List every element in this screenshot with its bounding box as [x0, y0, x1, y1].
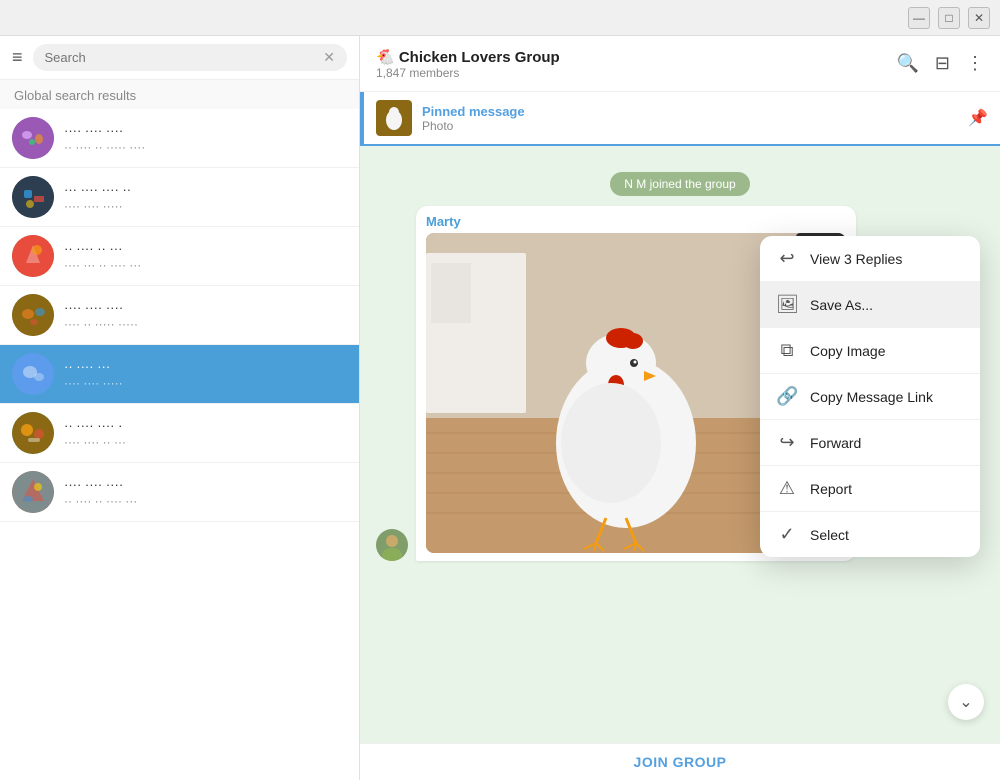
pinned-label: Pinned message	[422, 104, 958, 119]
context-menu-item-label: Report	[810, 481, 852, 497]
context-menu-copy-message-link[interactable]: 🔗 Copy Message Link	[760, 374, 980, 420]
result-text: ·· ···· ·· ····· ····	[64, 140, 347, 154]
result-text: ·· ···· ·· ···· ···	[64, 494, 347, 508]
result-content: ··· ···· ···· ·· ···· ···· ·····	[64, 182, 347, 213]
result-meta: ···· ···· ····	[64, 300, 347, 315]
chat-header-info: 🐔 Chicken Lovers Group 1,847 members	[376, 48, 884, 80]
search-input-wrap: ✕	[33, 44, 347, 71]
result-content: ···· ···· ···· ···· ·· ····· ·····	[64, 300, 347, 331]
context-menu-item-label: Forward	[810, 435, 861, 451]
pinned-message-bar[interactable]: Pinned message Photo 📌	[360, 92, 1000, 146]
app: ≡ ✕ Global search results	[0, 36, 1000, 780]
result-meta: ···· ···· ····	[64, 477, 347, 492]
context-menu-item-label: Select	[810, 527, 849, 543]
menu-icon[interactable]: ≡	[12, 47, 23, 68]
search-bar: ≡ ✕	[0, 36, 359, 80]
avatar	[12, 235, 54, 277]
list-item[interactable]: ·· ···· ···· · ···· ···· ·· ···	[0, 404, 359, 463]
system-message: N M joined the group	[376, 172, 984, 196]
link-icon: 🔗	[776, 386, 798, 407]
forward-icon: ↪	[776, 432, 798, 453]
context-menu-item-label: Copy Image	[810, 343, 885, 359]
chat-title: 🐔 Chicken Lovers Group	[376, 48, 776, 66]
list-item[interactable]: ···· ···· ···· ·· ···· ·· ····· ····	[0, 109, 359, 168]
context-menu-item-label: Save As...	[810, 297, 873, 313]
result-content: ···· ···· ···· ·· ···· ·· ····· ····	[64, 123, 347, 154]
list-item[interactable]: ·· ···· ·· ··· ···· ··· ·· ···· ···	[0, 227, 359, 286]
save-icon: 🖼	[776, 294, 798, 315]
chat-subtitle: 1,847 members	[376, 66, 884, 80]
join-group-button[interactable]: JOIN GROUP	[360, 754, 1000, 770]
right-panel: 🐔 Chicken Lovers Group 1,847 members 🔍 ⊟…	[360, 36, 1000, 780]
search-results-list: ···· ···· ···· ·· ···· ·· ····· ···· ···…	[0, 109, 359, 780]
result-meta: ·· ···· ···· ·	[64, 418, 347, 433]
avatar	[12, 412, 54, 454]
list-item[interactable]: ···· ···· ···· ···· ·· ····· ·····	[0, 286, 359, 345]
context-menu: ↩ View 3 Replies 🖼 Save As... ⧉ Copy Ima…	[760, 236, 980, 557]
result-text: ···· ·· ····· ·····	[64, 317, 347, 331]
pinned-sublabel: Photo	[422, 119, 958, 133]
result-meta: ·· ···· ·· ···	[64, 241, 347, 256]
context-menu-select[interactable]: ✓ Select	[760, 512, 980, 557]
context-menu-item-label: Copy Message Link	[810, 389, 933, 405]
context-menu-copy-image[interactable]: ⧉ Copy Image	[760, 328, 980, 374]
result-content: ·· ···· ···· · ···· ···· ·· ···	[64, 418, 347, 449]
result-text: ···· ··· ·· ···· ···	[64, 258, 347, 272]
global-search-label: Global search results	[0, 80, 359, 109]
search-clear-icon[interactable]: ✕	[323, 49, 335, 66]
chat-header: 🐔 Chicken Lovers Group 1,847 members 🔍 ⊟…	[360, 36, 1000, 92]
context-menu-view-replies[interactable]: ↩ View 3 Replies	[760, 236, 980, 282]
avatar	[12, 353, 54, 395]
columns-icon[interactable]: ⊟	[935, 53, 950, 74]
maximize-button[interactable]: □	[938, 7, 960, 29]
system-bubble-text: N M joined the group	[610, 172, 749, 196]
copy-icon: ⧉	[776, 340, 798, 361]
result-meta: ···· ···· ····	[64, 123, 347, 138]
result-text: ···· ···· ·· ···	[64, 435, 347, 449]
search-icon[interactable]: 🔍	[896, 53, 918, 74]
context-menu-forward[interactable]: ↪ Forward	[760, 420, 980, 466]
context-menu-save-as[interactable]: 🖼 Save As...	[760, 282, 980, 328]
chat-header-actions: 🔍 ⊟ ⋮	[896, 53, 984, 74]
result-content: ·· ···· ··· ···· ···· ·····	[64, 359, 347, 390]
chevron-down-icon: ⌄	[959, 692, 972, 712]
report-icon: ⚠	[776, 478, 798, 499]
search-input[interactable]	[45, 50, 318, 65]
avatar	[12, 294, 54, 336]
minimize-button[interactable]: —	[908, 7, 930, 29]
list-item[interactable]: ··· ···· ···· ·· ···· ···· ·····	[0, 168, 359, 227]
result-text: ···· ···· ·····	[64, 199, 347, 213]
titlebar: — □ ✕	[0, 0, 1000, 36]
more-options-icon[interactable]: ⋮	[966, 53, 984, 74]
pinned-info: Pinned message Photo	[422, 104, 958, 133]
message-avatar	[376, 529, 408, 561]
list-item[interactable]: ·· ···· ··· ···· ···· ·····	[0, 345, 359, 404]
avatar	[12, 176, 54, 218]
avatar	[12, 471, 54, 513]
result-meta: ··· ···· ···· ··	[64, 182, 347, 197]
select-icon: ✓	[776, 524, 798, 545]
list-item[interactable]: ···· ···· ···· ·· ···· ·· ···· ···	[0, 463, 359, 522]
message-sender: Marty	[426, 214, 846, 229]
left-panel: ≡ ✕ Global search results	[0, 36, 360, 780]
result-text: ···· ···· ·····	[64, 376, 347, 390]
reply-icon: ↩	[776, 248, 798, 269]
context-menu-report[interactable]: ⚠ Report	[760, 466, 980, 512]
chat-bottom-bar: JOIN GROUP	[360, 743, 1000, 780]
context-menu-item-label: View 3 Replies	[810, 251, 902, 267]
scroll-down-button[interactable]: ⌄	[948, 684, 984, 720]
result-meta: ·· ···· ···	[64, 359, 347, 374]
pin-icon: 📌	[968, 108, 988, 128]
pinned-thumbnail	[376, 100, 412, 136]
close-button[interactable]: ✕	[968, 7, 990, 29]
avatar	[12, 117, 54, 159]
result-content: ···· ···· ···· ·· ···· ·· ···· ···	[64, 477, 347, 508]
result-content: ·· ···· ·· ··· ···· ··· ·· ···· ···	[64, 241, 347, 272]
